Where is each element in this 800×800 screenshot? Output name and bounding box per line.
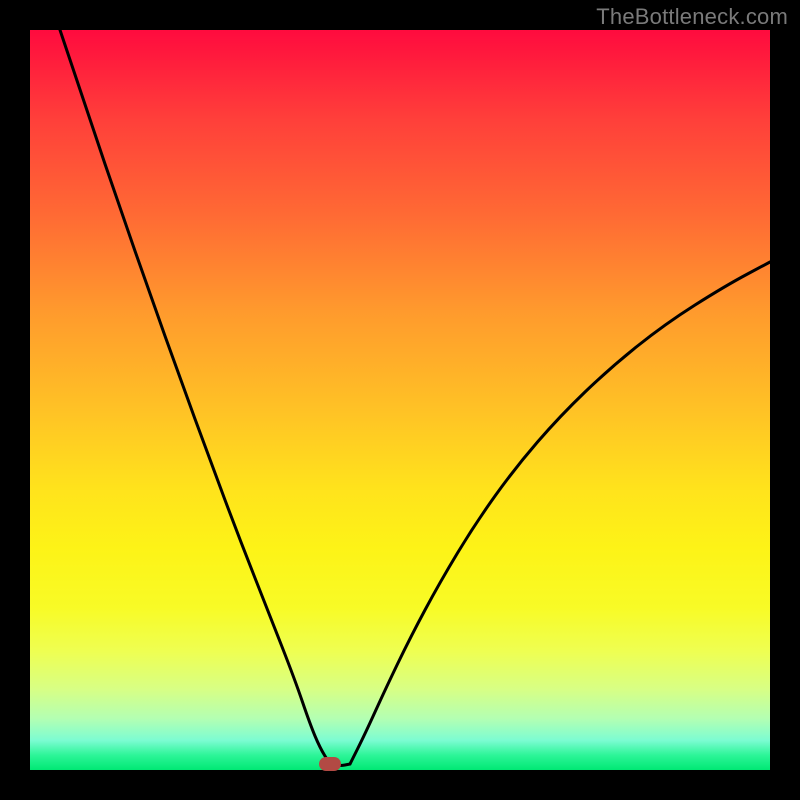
chart-frame: TheBottleneck.com xyxy=(0,0,800,800)
plot-area xyxy=(30,30,770,770)
bottleneck-curve xyxy=(60,30,770,766)
curve-svg xyxy=(30,30,770,770)
min-marker xyxy=(319,757,341,771)
watermark-label: TheBottleneck.com xyxy=(596,4,788,30)
